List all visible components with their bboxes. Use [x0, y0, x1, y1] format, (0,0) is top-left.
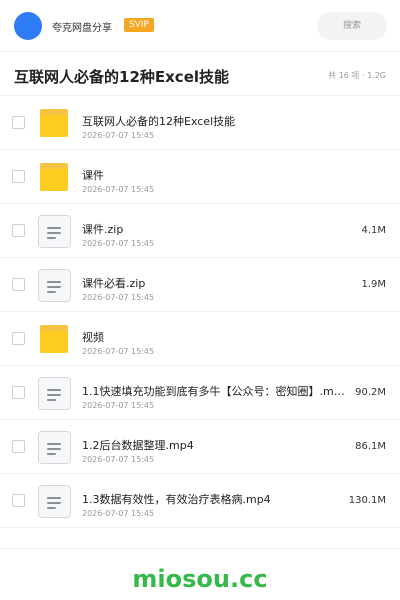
- file-icon: [38, 269, 71, 302]
- file-name: 课件: [82, 169, 104, 182]
- file-size: 1.9M: [361, 279, 386, 290]
- svip-badge: SVIP: [124, 18, 154, 32]
- list-item[interactable]: 视频 2026-07-07 15:45: [0, 312, 400, 366]
- list-item[interactable]: 课件必看.zip 2026-07-07 15:45 1.9M: [0, 258, 400, 312]
- file-date: 2026-07-07 15:45: [82, 239, 155, 248]
- file-icon: [38, 215, 71, 248]
- file-date: 2026-07-07 15:45: [82, 293, 155, 302]
- footer: miosou.cc: [0, 548, 400, 600]
- select-checkbox[interactable]: [12, 440, 25, 453]
- file-name: 课件.zip: [82, 223, 124, 236]
- list-item[interactable]: 课件.zip 2026-07-07 15:45 4.1M: [0, 204, 400, 258]
- list-item[interactable]: 1.3数据有效性，有效治疗表格病.mp4 2026-07-07 15:45 130.…: [0, 474, 400, 528]
- file-size: 4.1M: [361, 225, 386, 236]
- avatar[interactable]: [14, 12, 42, 40]
- folder-icon: [38, 106, 70, 140]
- page-title: 互联网人必备的12种Excel技能: [14, 68, 230, 86]
- header: 夸克网盘分享 SVIP: [0, 0, 400, 52]
- file-date: 2026-07-07 15:45: [82, 509, 155, 518]
- folder-icon: [38, 160, 70, 194]
- list-item[interactable]: 1.2后台数据整理.mp4 2026-07-07 15:45 86.1M: [0, 420, 400, 474]
- file-icon: [38, 377, 71, 410]
- share-meta: 共 16 项 · 1.2G: [328, 71, 386, 80]
- file-name: 视频: [82, 331, 104, 344]
- folder-icon: [38, 322, 70, 356]
- list-item[interactable]: 课件 2026-07-07 15:45: [0, 150, 400, 204]
- file-name: 互联网人必备的12种Excel技能: [82, 115, 236, 128]
- file-size: 90.2M: [355, 387, 386, 398]
- select-checkbox[interactable]: [12, 386, 25, 399]
- file-date: 2026-07-07 15:45: [82, 455, 155, 464]
- file-size: 130.1M: [348, 495, 386, 506]
- file-size: 86.1M: [355, 441, 386, 452]
- share-title-bar: 互联网人必备的12种Excel技能 共 16 项 · 1.2G: [0, 52, 400, 96]
- file-date: 2026-07-07 15:45: [82, 131, 155, 140]
- file-name: 1.1快速填充功能到底有多牛【公众号：密知圈】.mp4: [82, 385, 346, 398]
- file-date: 2026-07-07 15:45: [82, 401, 155, 410]
- select-checkbox[interactable]: [12, 170, 25, 183]
- file-name: 1.2后台数据整理.mp4: [82, 439, 194, 452]
- file-list: 互联网人必备的12种Excel技能 2026-07-07 15:45 课件 2026-…: [0, 96, 400, 528]
- search-input[interactable]: [317, 12, 387, 40]
- file-icon: [38, 431, 71, 464]
- select-checkbox[interactable]: [12, 332, 25, 345]
- list-item[interactable]: 互联网人必备的12种Excel技能 2026-07-07 15:45: [0, 96, 400, 150]
- watermark: miosou.cc: [132, 565, 268, 593]
- file-icon: [38, 485, 71, 518]
- select-checkbox[interactable]: [12, 224, 25, 237]
- select-checkbox[interactable]: [12, 278, 25, 291]
- list-item[interactable]: 1.1快速填充功能到底有多牛【公众号：密知圈】.mp4 2026-07-07 15…: [0, 366, 400, 420]
- file-name: 课件必看.zip: [82, 277, 146, 290]
- select-checkbox[interactable]: [12, 116, 25, 129]
- owner-name: 夸克网盘分享: [52, 23, 112, 34]
- file-date: 2026-07-07 15:45: [82, 185, 155, 194]
- select-checkbox[interactable]: [12, 494, 25, 507]
- file-name: 1.3数据有效性，有效治疗表格病.mp4: [82, 493, 271, 506]
- file-date: 2026-07-07 15:45: [82, 347, 155, 356]
